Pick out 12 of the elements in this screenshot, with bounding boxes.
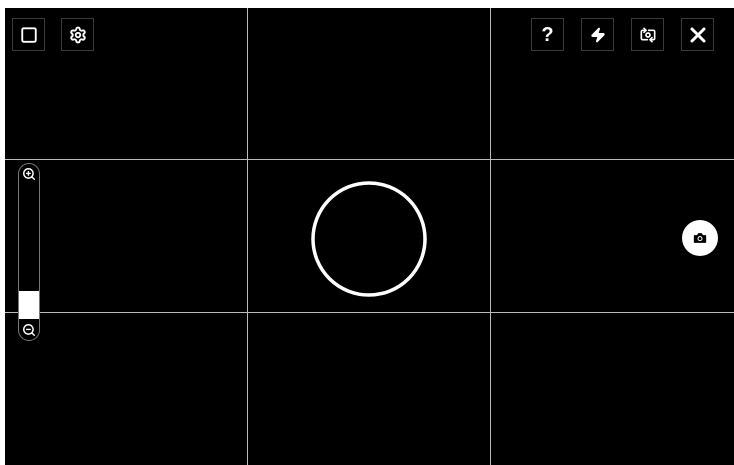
help-button[interactable]: ? bbox=[531, 18, 564, 51]
rotate-camera-icon bbox=[640, 26, 656, 42]
lightning-icon bbox=[590, 26, 606, 42]
rectangle-icon bbox=[20, 26, 38, 44]
camera-icon bbox=[692, 230, 708, 246]
switch-camera-button[interactable] bbox=[631, 18, 664, 51]
settings-button[interactable] bbox=[61, 18, 94, 51]
aspect-button[interactable] bbox=[12, 18, 45, 51]
settings-icon bbox=[68, 26, 86, 44]
close-button[interactable] bbox=[681, 18, 714, 51]
shutter-button[interactable] bbox=[682, 220, 718, 256]
flash-button[interactable] bbox=[581, 18, 614, 51]
